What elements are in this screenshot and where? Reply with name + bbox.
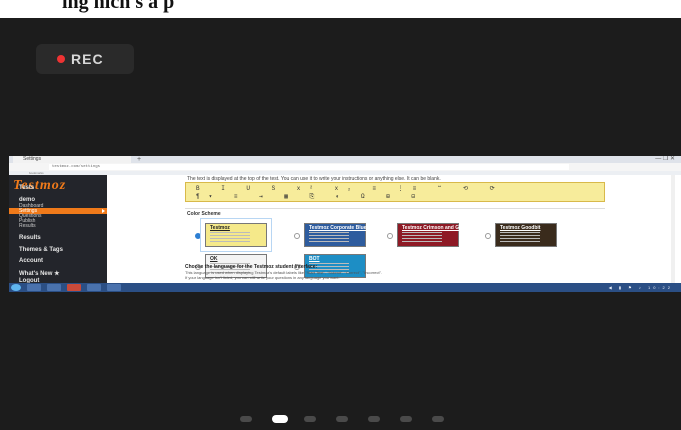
page-scrollbar[interactable] xyxy=(671,175,675,283)
scheme-radio[interactable] xyxy=(195,233,201,239)
browser-tab-title: Settings xyxy=(23,156,42,162)
color-scheme-preview xyxy=(402,232,442,244)
sidebar-item[interactable]: Results xyxy=(19,223,36,229)
record-button[interactable]: REC xyxy=(36,44,134,74)
color-scheme-preview xyxy=(309,232,349,244)
sidebar-item[interactable]: What's New ★ xyxy=(19,270,59,277)
language-note: If your language isn't listed, you can s… xyxy=(185,275,340,280)
main-content: The text is displayed at the top of the … xyxy=(107,175,681,283)
address-bar-row: testmoz.com/settings xyxy=(9,163,681,177)
slide-pager xyxy=(240,415,460,425)
color-scheme-card[interactable]: Testmoz Crimson and Gray xyxy=(397,223,467,247)
editor-toolbar-row2[interactable]: ¶▾ ≡ ⇥ ▦ ⎘ ◐ Ω ⊞ ⊟ xyxy=(196,193,424,201)
taskbar-paint-icon[interactable] xyxy=(87,284,101,291)
pager-dot[interactable] xyxy=(304,416,316,422)
color-scheme-preview xyxy=(500,232,540,244)
browser-tab[interactable]: Settings xyxy=(13,156,131,163)
browser-tab-bar: Settings + — ❐ ✕ xyxy=(9,156,681,163)
divider xyxy=(185,208,605,209)
new-tab-button[interactable]: + xyxy=(137,156,141,163)
taskbar-app-icon[interactable] xyxy=(107,284,121,291)
scheme-radio[interactable] xyxy=(294,233,300,239)
system-tray[interactable]: ◀ ▮ ⚑ ♪ 10:22 xyxy=(609,284,673,291)
windows-taskbar: ◀ ▮ ⚑ ♪ 10:22 xyxy=(9,283,681,292)
taskbar-explorer-icon[interactable] xyxy=(27,284,41,291)
caption-strip: ing hich s a p xyxy=(0,0,681,18)
color-scheme-title: OK xyxy=(210,256,218,262)
pager-dot[interactable] xyxy=(432,416,444,422)
record-dot-icon xyxy=(57,55,65,63)
pager-dot[interactable] xyxy=(240,416,252,422)
pager-dot[interactable] xyxy=(400,416,412,422)
color-scheme-preview xyxy=(210,232,250,244)
sidebar-item[interactable]: Results xyxy=(19,235,41,241)
sidebar: Testmoz Tests demo Dashboard Settings Questi… xyxy=(9,175,107,284)
sidebar-item[interactable]: Account xyxy=(19,258,43,264)
color-scheme-heading: Color Scheme xyxy=(187,211,221,217)
captured-screen: Settings + — ❐ ✕ testmoz.com/settings bo… xyxy=(9,156,681,292)
editor-toolbar-row1[interactable]: B I U S x² x₂ ≡ ⋮≡ ❝ ⟲ ⟳ xyxy=(196,185,504,192)
caption-text: ing hich s a p xyxy=(62,0,175,13)
taskbar-media-icon[interactable] xyxy=(47,284,61,291)
sidebar-item[interactable]: Themes & Tags xyxy=(19,247,63,253)
color-scheme-card[interactable]: Testmoz Corporate Blues xyxy=(304,223,370,247)
taskbar-chrome-icon[interactable] xyxy=(67,284,81,291)
color-scheme-card[interactable]: Testmoz Goodbit xyxy=(495,223,557,247)
color-scheme-card[interactable]: Testmoz xyxy=(200,218,272,252)
url-field[interactable]: testmoz.com/settings xyxy=(49,164,569,170)
pager-dot[interactable] xyxy=(272,415,288,423)
color-scheme-title: Testmoz Crimson and Gray xyxy=(402,225,467,231)
video-viewer: REC Settings + — ❐ ✕ testmoz.com/setting… xyxy=(0,18,681,430)
start-button-icon[interactable] xyxy=(11,284,21,291)
window-controls[interactable]: — ❐ ✕ xyxy=(655,156,675,163)
sidebar-item[interactable]: Tests xyxy=(19,185,34,191)
color-scheme-title: Testmoz Corporate Blues xyxy=(309,225,370,231)
intro-text-editor[interactable]: B I U S x² x₂ ≡ ⋮≡ ❝ ⟲ ⟳ ¶▾ ≡ ⇥ ▦ ⎘ ◐ Ω … xyxy=(185,182,605,202)
pager-dot[interactable] xyxy=(368,416,380,422)
record-label: REC xyxy=(71,51,104,67)
scheme-radio[interactable] xyxy=(485,233,491,239)
color-scheme-title: BOT xyxy=(309,256,320,262)
color-scheme-title: Testmoz xyxy=(210,225,230,231)
pager-dot[interactable] xyxy=(336,416,348,422)
color-scheme-title: Testmoz Goodbit xyxy=(500,225,541,231)
scheme-radio[interactable] xyxy=(387,233,393,239)
